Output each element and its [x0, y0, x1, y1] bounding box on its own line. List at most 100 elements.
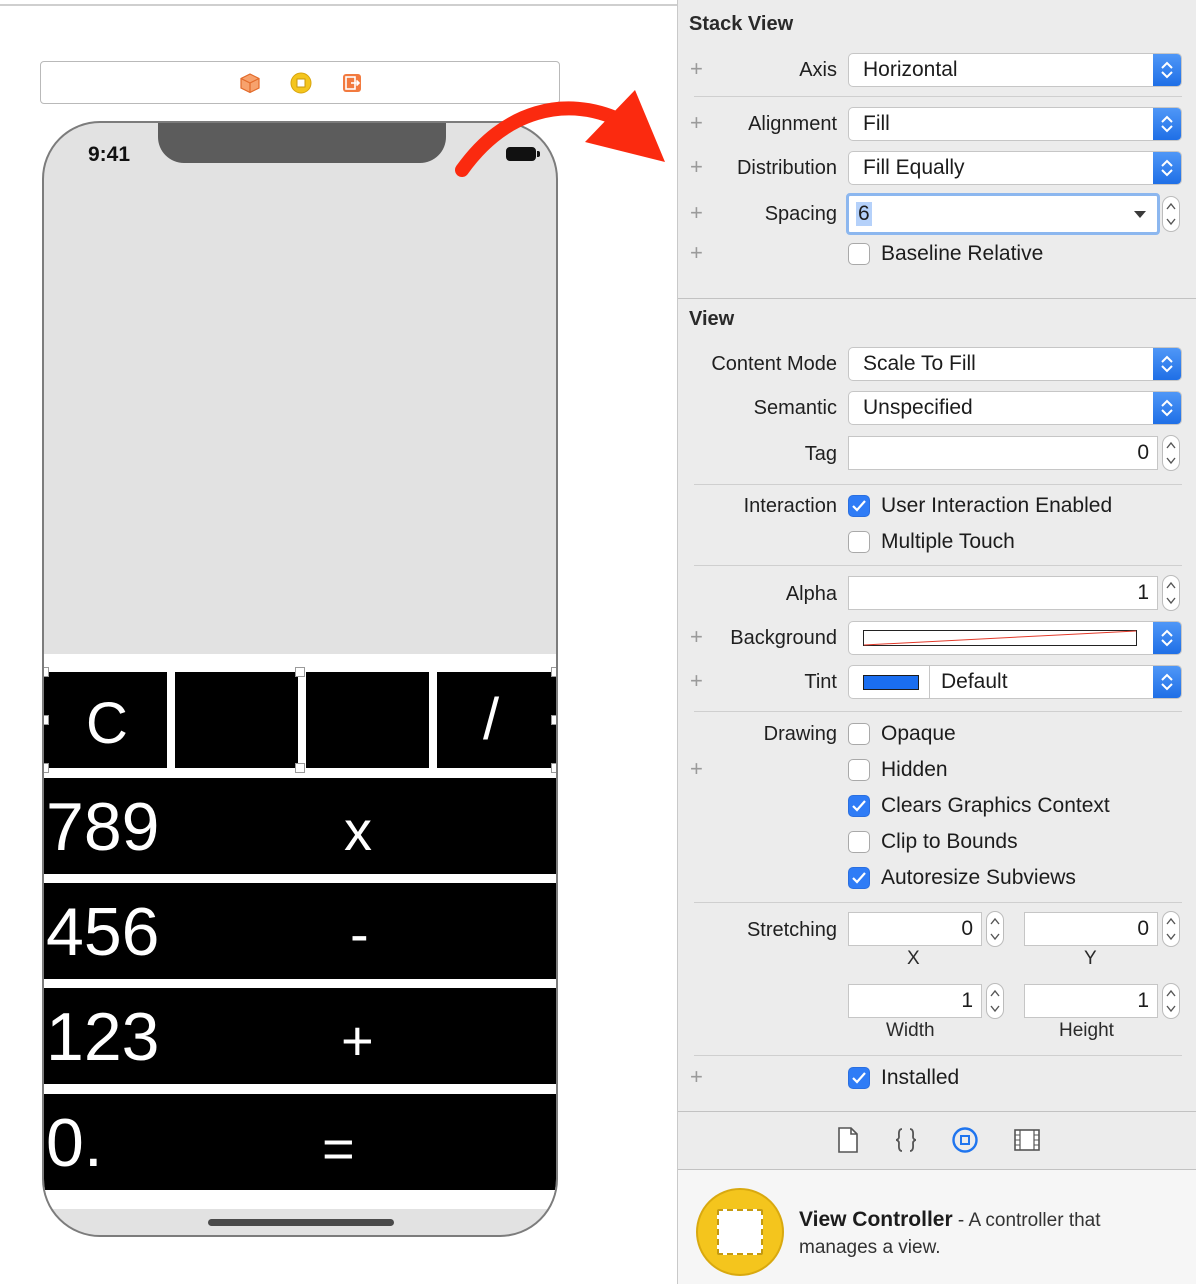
alignment-label: Alignment — [748, 113, 837, 135]
interaction-label: Interaction — [743, 495, 837, 517]
multiple-touch-checkbox[interactable] — [848, 531, 870, 553]
spacing-stepper[interactable] — [1162, 196, 1180, 232]
chevron-down-icon[interactable] — [1133, 209, 1147, 219]
selection-handle[interactable] — [44, 763, 49, 773]
selection-handle[interactable] — [551, 715, 556, 725]
multiple-touch-label: Multiple Touch — [881, 530, 1015, 553]
storyboard-canvas: 9:41 C / 789 x 456 - 123 + 0. = — [0, 0, 677, 1284]
key-label: / — [483, 687, 500, 752]
row-123[interactable]: 123 + — [44, 988, 556, 1084]
content-mode-label: Content Mode — [711, 353, 837, 375]
row-operator: - — [350, 902, 369, 965]
tag-field[interactable]: 0 — [848, 436, 1158, 470]
selection-handle[interactable] — [44, 715, 49, 725]
installed-label: Installed — [881, 1066, 960, 1089]
key-clear[interactable]: C — [44, 672, 167, 768]
plus-icon[interactable]: + — [690, 626, 703, 648]
content-mode-value: Scale To Fill — [863, 352, 976, 375]
alpha-label: Alpha — [785, 583, 837, 605]
axis-value: Horizontal — [863, 58, 958, 81]
installed-checkbox[interactable] — [848, 1067, 870, 1089]
selection-handle[interactable] — [295, 667, 305, 677]
stretch-x-caption: X — [907, 948, 920, 969]
plus-icon[interactable]: + — [690, 156, 703, 178]
plus-icon[interactable]: + — [690, 242, 703, 264]
status-bar-time: 9:41 — [88, 143, 131, 166]
distribution-popup[interactable]: Fill Equally — [848, 151, 1182, 185]
plus-icon[interactable]: + — [690, 202, 703, 224]
hidden-checkbox[interactable] — [848, 759, 870, 781]
plus-icon[interactable]: + — [690, 1066, 703, 1088]
drawing-label: Drawing — [763, 723, 837, 745]
selection-handle[interactable] — [44, 667, 49, 677]
stretch-width-stepper[interactable] — [986, 983, 1004, 1019]
row-operator: + — [341, 1009, 374, 1072]
row-operator: x — [344, 799, 372, 862]
exit-icon[interactable] — [341, 72, 363, 94]
alpha-stepper[interactable] — [1162, 575, 1180, 611]
clears-graphics-checkbox[interactable] — [848, 795, 870, 817]
divider — [694, 1055, 1182, 1056]
library-item-title: View Controller — [799, 1208, 953, 1231]
opaque-checkbox[interactable] — [848, 723, 870, 745]
divider — [694, 484, 1182, 485]
user-interaction-label: User Interaction Enabled — [881, 494, 1113, 517]
divider — [694, 565, 1182, 566]
stretch-y-stepper[interactable] — [1162, 911, 1180, 947]
view-section-title: View — [689, 308, 735, 330]
stretch-height-stepper[interactable] — [1162, 983, 1180, 1019]
first-responder-cube-icon[interactable] — [239, 72, 261, 94]
stretch-height-field[interactable]: 1 — [1024, 984, 1158, 1018]
key-empty-2[interactable] — [306, 672, 429, 768]
key-empty-1[interactable] — [175, 672, 298, 768]
popup-arrows-icon — [1153, 666, 1181, 698]
stretch-y-field[interactable]: 0 — [1024, 912, 1158, 946]
row-operator: = — [322, 1117, 355, 1180]
tag-value: 0 — [1137, 441, 1149, 464]
stretch-x-field[interactable]: 0 — [848, 912, 982, 946]
stretch-width-caption: Width — [886, 1020, 935, 1041]
tint-value: Default — [941, 670, 1008, 693]
spacing-label: Spacing — [764, 203, 837, 225]
canvas-top-divider — [0, 4, 677, 6]
stretch-width-field[interactable]: 1 — [848, 984, 982, 1018]
row-0-dot[interactable]: 0. = — [44, 1094, 556, 1190]
baseline-relative-checkbox[interactable] — [848, 243, 870, 265]
clip-to-bounds-checkbox[interactable] — [848, 831, 870, 853]
library-item-view-controller[interactable]: View Controller - A controller that mana… — [678, 1170, 1196, 1284]
row-789[interactable]: 789 x — [44, 778, 556, 874]
alignment-popup[interactable]: Fill — [848, 107, 1182, 141]
user-interaction-checkbox[interactable] — [848, 495, 870, 517]
popup-arrows-icon — [1153, 108, 1181, 140]
content-mode-popup[interactable]: Scale To Fill — [848, 347, 1182, 381]
selection-handle[interactable] — [551, 667, 556, 677]
alpha-field[interactable]: 1 — [848, 576, 1158, 610]
code-snippet-icon[interactable] — [893, 1126, 919, 1154]
tag-stepper[interactable] — [1162, 435, 1180, 471]
axis-popup[interactable]: Horizontal — [848, 53, 1182, 87]
plus-icon[interactable]: + — [690, 758, 703, 780]
stretch-x-stepper[interactable] — [986, 911, 1004, 947]
view-placeholder — [717, 1209, 763, 1255]
key-divide[interactable]: / — [437, 672, 556, 768]
semantic-popup[interactable]: Unspecified — [848, 391, 1182, 425]
row-456[interactable]: 456 - — [44, 883, 556, 979]
plus-icon[interactable]: + — [690, 58, 703, 80]
file-template-icon[interactable] — [835, 1126, 861, 1154]
object-library-icon[interactable] — [952, 1126, 978, 1154]
tint-popup[interactable]: Default — [848, 665, 1182, 699]
spacing-combo-field[interactable]: 6 — [846, 193, 1160, 235]
view-controller-icon[interactable] — [290, 72, 312, 94]
library-item-text: View Controller - A controller that mana… — [799, 1206, 1179, 1261]
plus-icon[interactable]: + — [690, 112, 703, 134]
background-color-popup[interactable] — [848, 621, 1182, 655]
opaque-label: Opaque — [881, 722, 956, 745]
plus-icon[interactable]: + — [690, 670, 703, 692]
selection-handle[interactable] — [551, 763, 556, 773]
selection-handle[interactable] — [295, 763, 305, 773]
section-divider — [678, 298, 1196, 299]
stretch-y-value: 0 — [1137, 917, 1149, 940]
media-library-icon[interactable] — [1014, 1126, 1040, 1154]
autoresize-subviews-checkbox[interactable] — [848, 867, 870, 889]
alignment-value: Fill — [863, 112, 890, 135]
